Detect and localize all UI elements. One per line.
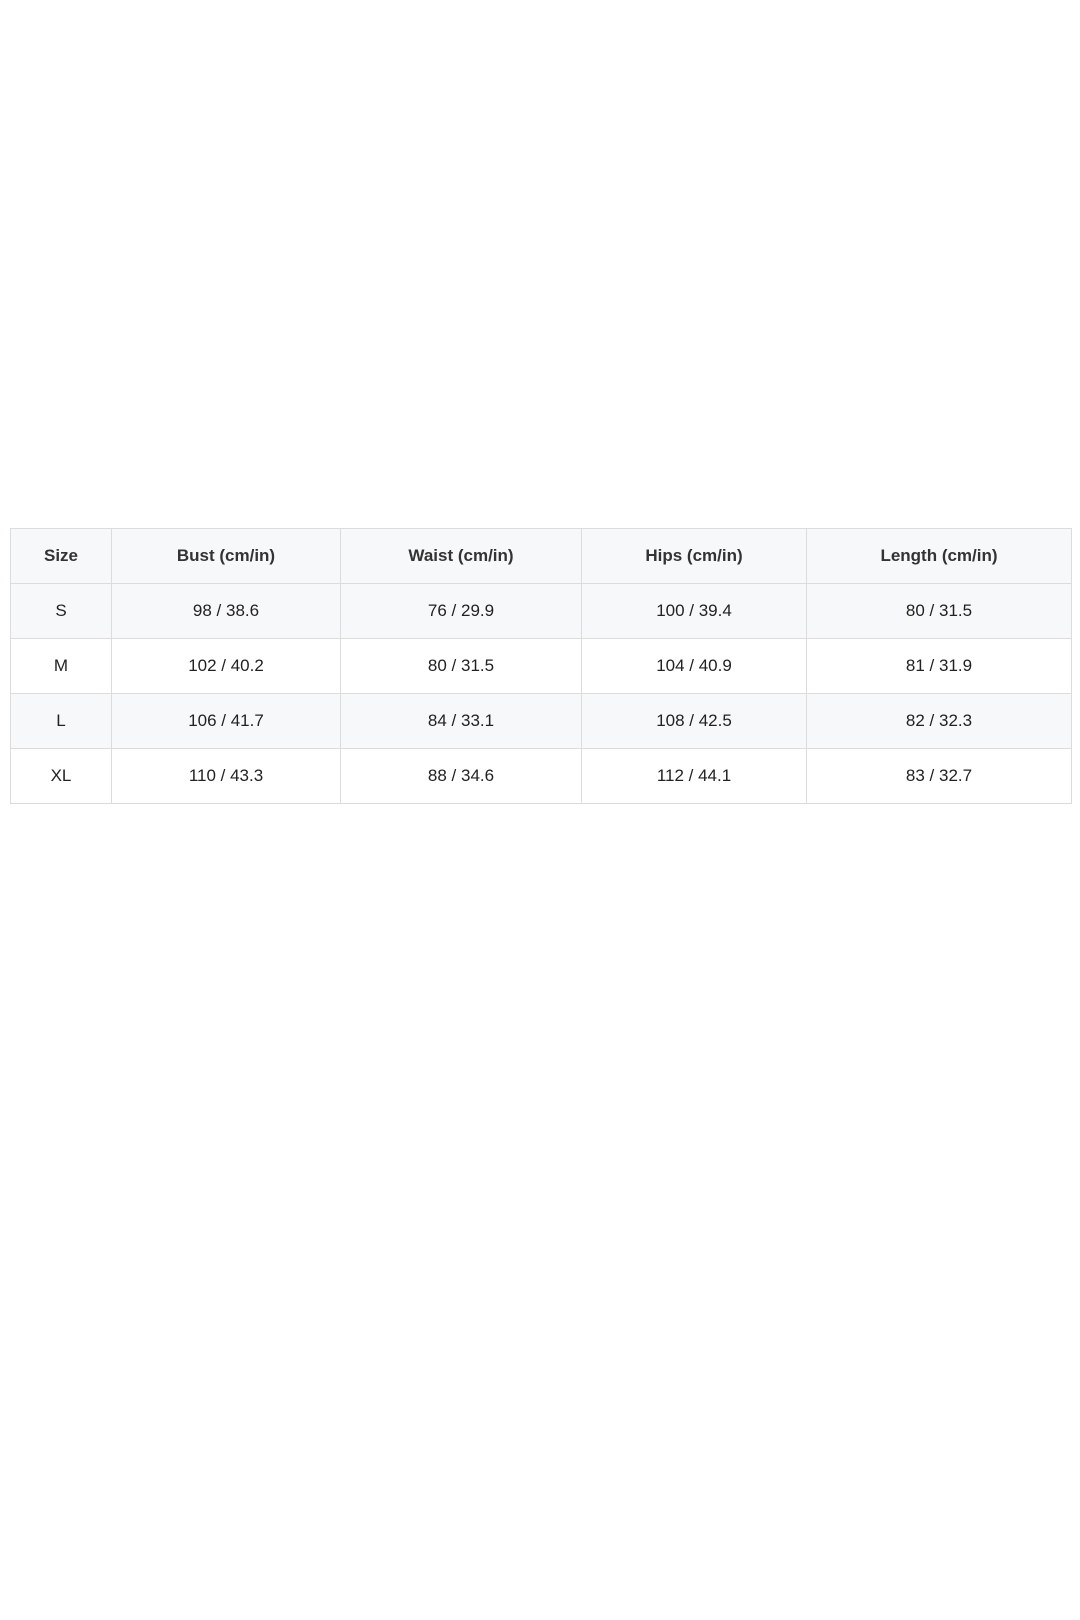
cell-length: 83 / 32.7 bbox=[806, 748, 1072, 804]
cell-length: 81 / 31.9 bbox=[806, 638, 1072, 694]
cell-bust: 102 / 40.2 bbox=[111, 638, 341, 694]
cell-size: L bbox=[10, 693, 112, 749]
size-chart-table: Size Bust (cm/in) Waist (cm/in) Hips (cm… bbox=[10, 528, 1072, 804]
table-row: M 102 / 40.2 80 / 31.5 104 / 40.9 81 / 3… bbox=[10, 638, 1072, 694]
header-length: Length (cm/in) bbox=[806, 528, 1072, 584]
header-row: Size Bust (cm/in) Waist (cm/in) Hips (cm… bbox=[10, 528, 1072, 584]
cell-length: 82 / 32.3 bbox=[806, 693, 1072, 749]
cell-waist: 80 / 31.5 bbox=[340, 638, 582, 694]
cell-waist: 84 / 33.1 bbox=[340, 693, 582, 749]
header-size: Size bbox=[10, 528, 112, 584]
cell-hips: 108 / 42.5 bbox=[581, 693, 807, 749]
header-bust: Bust (cm/in) bbox=[111, 528, 341, 584]
cell-size: XL bbox=[10, 748, 112, 804]
cell-bust: 98 / 38.6 bbox=[111, 583, 341, 639]
cell-hips: 104 / 40.9 bbox=[581, 638, 807, 694]
page: Size Bust (cm/in) Waist (cm/in) Hips (cm… bbox=[0, 0, 1080, 1620]
cell-hips: 112 / 44.1 bbox=[581, 748, 807, 804]
header-hips: Hips (cm/in) bbox=[581, 528, 807, 584]
cell-waist: 88 / 34.6 bbox=[340, 748, 582, 804]
table-row: S 98 / 38.6 76 / 29.9 100 / 39.4 80 / 31… bbox=[10, 583, 1072, 639]
cell-bust: 106 / 41.7 bbox=[111, 693, 341, 749]
table-row: XL 110 / 43.3 88 / 34.6 112 / 44.1 83 / … bbox=[10, 748, 1072, 804]
cell-hips: 100 / 39.4 bbox=[581, 583, 807, 639]
cell-waist: 76 / 29.9 bbox=[340, 583, 582, 639]
table-body: S 98 / 38.6 76 / 29.9 100 / 39.4 80 / 31… bbox=[10, 583, 1072, 804]
header-waist: Waist (cm/in) bbox=[340, 528, 582, 584]
table-header: Size Bust (cm/in) Waist (cm/in) Hips (cm… bbox=[10, 528, 1072, 584]
cell-size: S bbox=[10, 583, 112, 639]
cell-size: M bbox=[10, 638, 112, 694]
table-row: L 106 / 41.7 84 / 33.1 108 / 42.5 82 / 3… bbox=[10, 693, 1072, 749]
cell-bust: 110 / 43.3 bbox=[111, 748, 341, 804]
cell-length: 80 / 31.5 bbox=[806, 583, 1072, 639]
